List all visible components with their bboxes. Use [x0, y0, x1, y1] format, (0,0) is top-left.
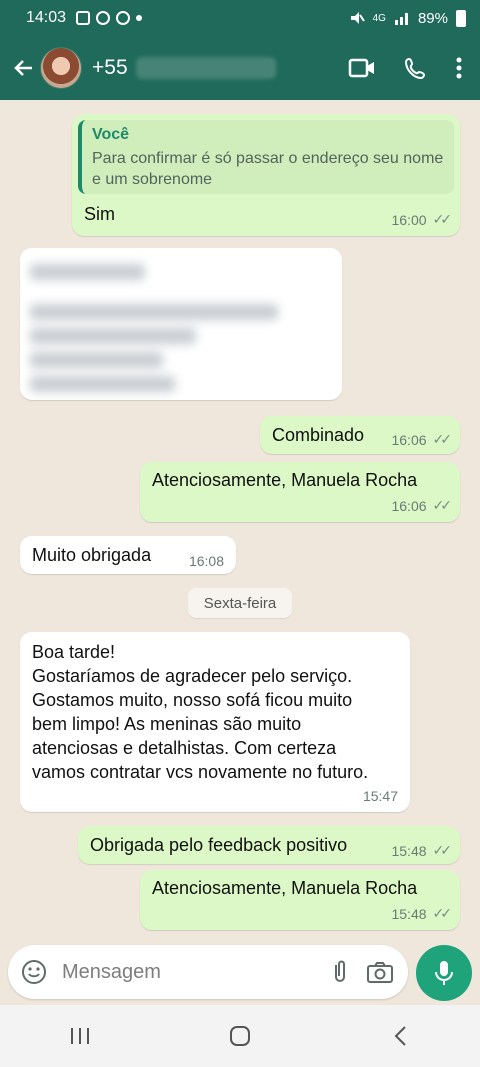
message-text: Muito obrigada: [32, 545, 152, 565]
message-text: Obrigada pelo feedback positivo: [90, 835, 348, 855]
message-meta: 15:47: [363, 788, 398, 804]
battery-percent: 89%: [417, 9, 448, 27]
message-meta: 16:08: [189, 553, 224, 569]
contact-name[interactable]: +55: [92, 56, 276, 80]
message-input[interactable]: [62, 960, 282, 984]
app-icon: [116, 11, 131, 25]
message-outgoing[interactable]: Atenciosamente, Manuela Rocha 16:06 ✓✓: [140, 462, 460, 522]
message-meta: 15:48 ✓✓: [391, 905, 453, 922]
mute-icon: [350, 12, 365, 24]
message-text: Sim: [84, 204, 115, 224]
nav-back-button[interactable]: [370, 1016, 430, 1056]
recent-apps-icon: [71, 1028, 89, 1044]
nav-back-icon: [394, 1026, 406, 1046]
message-text: Atenciosamente, Manuela Rocha: [152, 878, 418, 898]
message-time: 15:48: [391, 905, 427, 922]
status-notification-icons: [76, 11, 143, 25]
attach-icon: [335, 960, 345, 982]
contact-number-redacted: [135, 57, 276, 79]
camera-icon: [367, 962, 393, 983]
message-meta: 16:00 ✓✓: [391, 211, 453, 228]
message-meta: 16:06 ✓✓: [391, 431, 453, 448]
camera-button[interactable]: [360, 960, 400, 984]
message-text: Combinado: [272, 425, 365, 445]
quoted-message[interactable]: Você Para confirmar é só passar o endere…: [78, 120, 454, 194]
message-text: Atenciosamente, Manuela Rocha: [152, 470, 418, 490]
dot-icon: [136, 15, 143, 21]
double-check-icon: ✓✓: [432, 431, 453, 447]
message-time: 15:47: [362, 788, 398, 804]
recent-apps-button[interactable]: [50, 1016, 110, 1056]
signal-icon: [394, 13, 408, 25]
message-meta: 16:06 ✓✓: [391, 497, 453, 514]
quote-author: Você: [92, 126, 130, 143]
message-incoming[interactable]: Muito obrigada 16:08: [20, 536, 236, 574]
redacted-content: [30, 256, 332, 392]
message-time: 16:06: [391, 497, 427, 514]
message-composer: [8, 945, 408, 999]
message-time: 16:08: [188, 553, 224, 569]
double-check-icon: ✓✓: [432, 497, 453, 513]
chat-icon: [96, 11, 111, 25]
message-meta: 15:48 ✓✓: [391, 842, 453, 859]
chat-area[interactable]: Você Para confirmar é só passar o endere…: [0, 100, 480, 945]
header-actions: [348, 56, 480, 80]
mic-button[interactable]: [416, 945, 472, 1001]
back-arrow-icon: [14, 60, 32, 76]
message-outgoing-reply[interactable]: Você Para confirmar é só passar o endere…: [72, 114, 460, 236]
message-outgoing[interactable]: Combinado 16:06 ✓✓: [260, 416, 460, 454]
gallery-icon: [76, 11, 91, 25]
back-button[interactable]: [8, 56, 40, 80]
message-text: Boa tarde! Gostaríamos de agradecer pelo…: [32, 642, 369, 782]
network-type: 4G: [372, 12, 386, 24]
double-check-icon: ✓✓: [432, 905, 453, 921]
day-separator: Sexta-feira: [188, 588, 292, 618]
system-nav-bar: [0, 1005, 480, 1067]
message-outgoing[interactable]: Obrigada pelo feedback positivo 15:48 ✓✓: [78, 826, 460, 864]
message-time: 15:48: [391, 842, 427, 859]
more-vert-icon[interactable]: [456, 57, 462, 79]
message-time: 16:06: [391, 431, 427, 448]
chat-header: +55: [0, 36, 480, 100]
message-outgoing[interactable]: Atenciosamente, Manuela Rocha 15:48 ✓✓: [140, 870, 460, 930]
message-incoming[interactable]: Boa tarde! Gostaríamos de agradecer pelo…: [20, 632, 410, 812]
mic-icon: [435, 961, 453, 985]
message-time: 16:00: [391, 211, 427, 228]
attach-button[interactable]: [320, 959, 360, 985]
phone-icon[interactable]: [404, 56, 428, 80]
home-icon: [230, 1026, 250, 1046]
quote-text: Para confirmar é só passar o endereço se…: [92, 150, 444, 188]
double-check-icon: ✓✓: [432, 842, 453, 858]
status-bar: 14:03 4G 89%: [0, 0, 480, 36]
avatar[interactable]: [40, 47, 82, 89]
emoji-icon: [22, 960, 46, 984]
message-incoming-redacted[interactable]: [20, 248, 342, 400]
contact-prefix: +55: [92, 56, 128, 79]
double-check-icon: ✓✓: [432, 211, 453, 227]
emoji-button[interactable]: [14, 959, 54, 985]
status-right: 4G 89%: [349, 9, 466, 27]
home-button[interactable]: [210, 1016, 270, 1056]
battery-icon: [456, 9, 466, 27]
status-time: 14:03: [26, 9, 67, 26]
video-call-icon[interactable]: [348, 57, 376, 79]
